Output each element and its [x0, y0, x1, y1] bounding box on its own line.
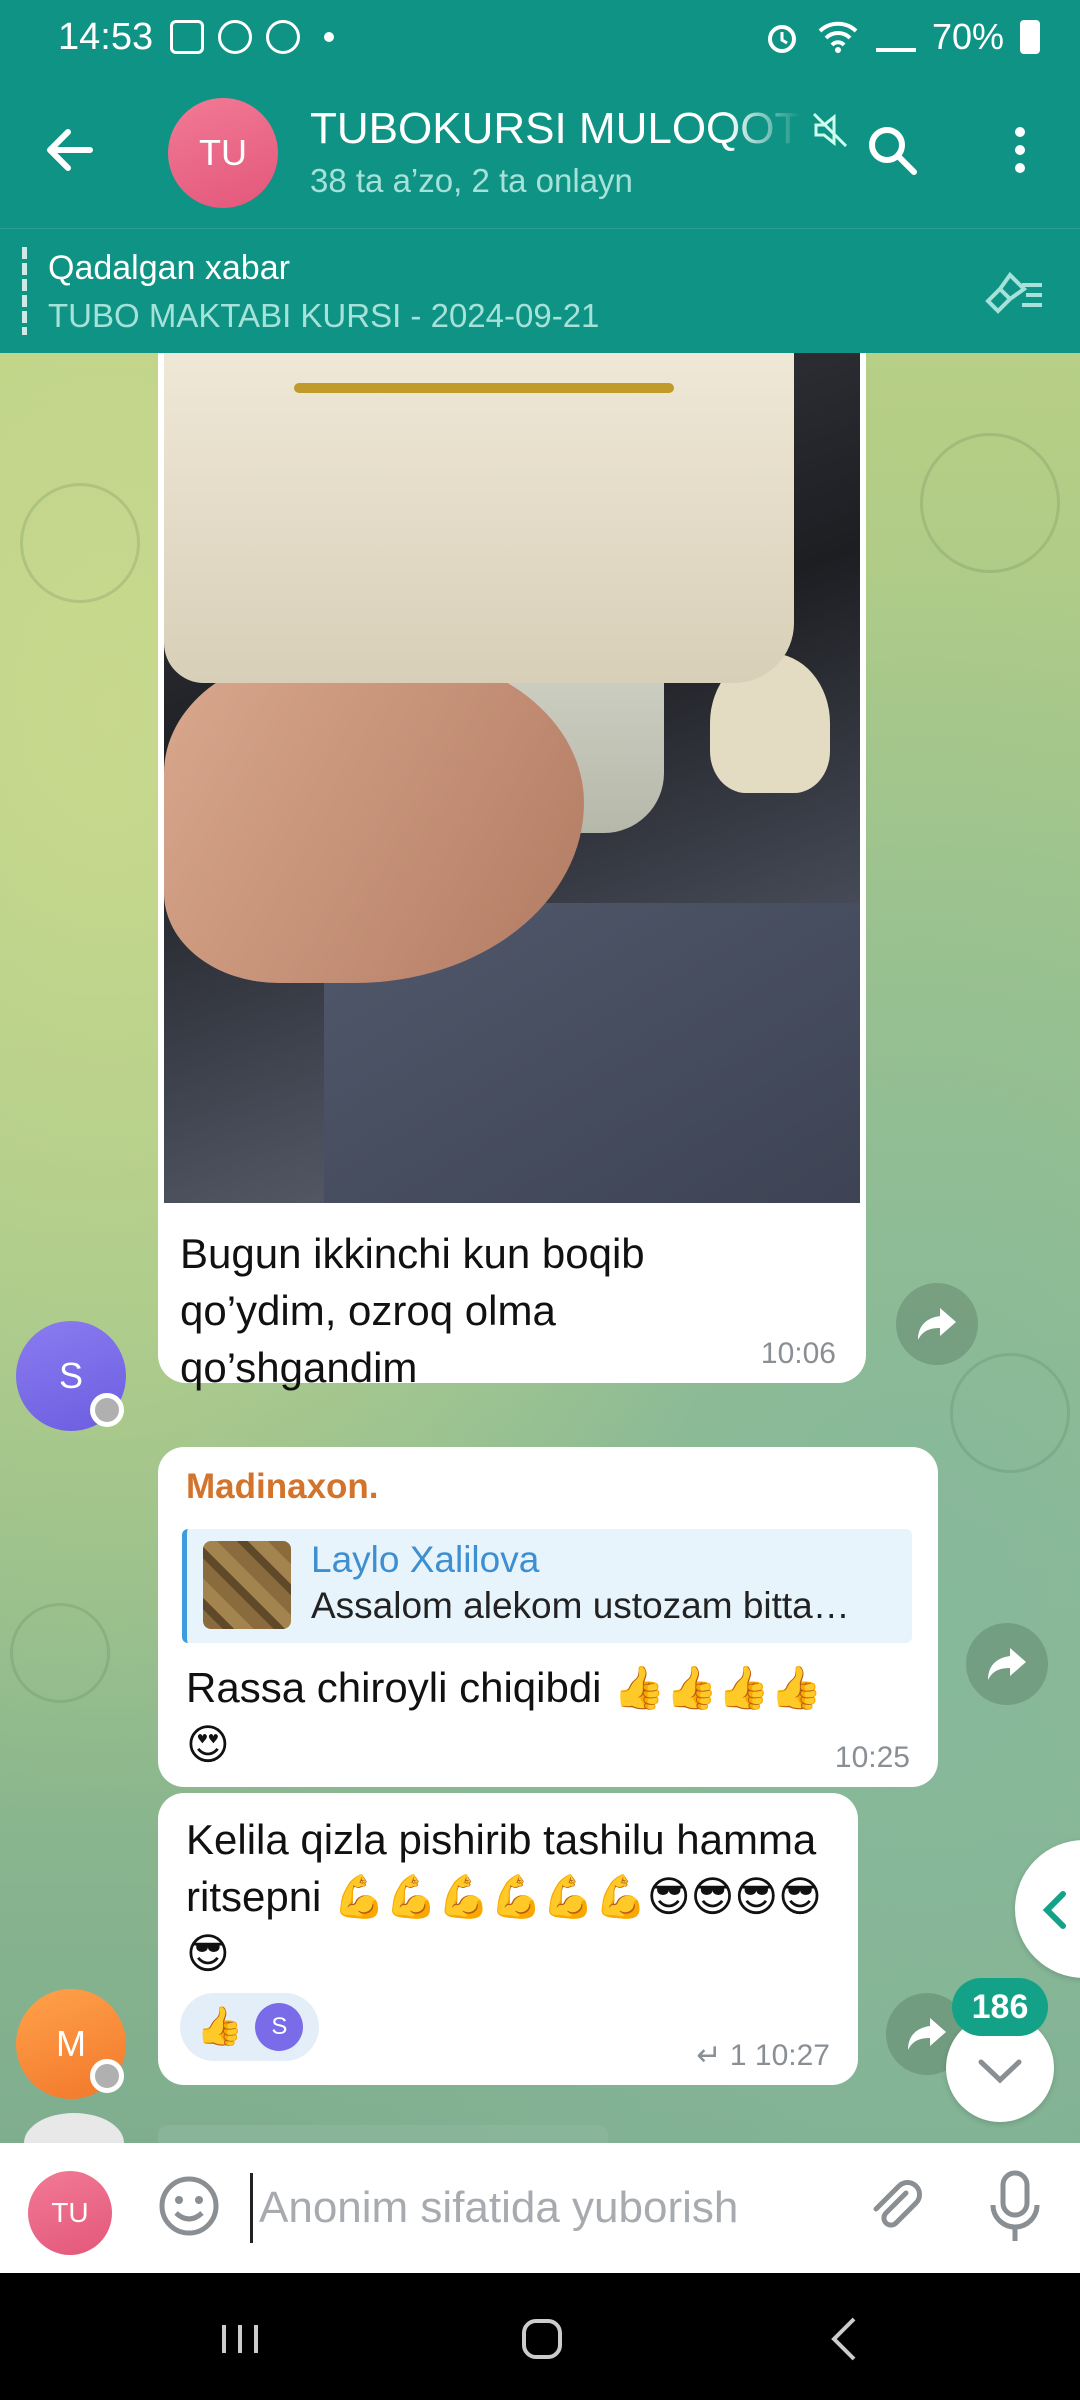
chat-avatar[interactable]: TU — [168, 98, 278, 208]
alarm-icon — [767, 25, 796, 53]
message-meta: ↵ 1 10:27 — [696, 2038, 830, 2073]
forward-button[interactable] — [896, 1283, 978, 1365]
battery-icon — [1020, 20, 1040, 54]
sync-notification-icon — [266, 20, 300, 54]
sender-name[interactable]: Madinaxon. — [186, 1467, 379, 1507]
message-text: Rassa chiroyli chiqibdi 👍👍👍👍😍 — [186, 1664, 823, 1768]
add-circle-notification-icon — [218, 20, 252, 54]
reaction-chip[interactable]: 👍 S — [180, 1993, 320, 2061]
message-time: 10:27 — [754, 2039, 830, 2072]
send-as-avatar[interactable]: TU — [28, 2171, 112, 2255]
message-bubble[interactable]: Bugun ikkinchi kun boqib qo’ydim, ozroq … — [158, 1203, 866, 1391]
pinned-message-bar[interactable]: Qadalgan xabar TUBO MAKTABI KURSI - 2024… — [0, 228, 1080, 353]
reply-arrow-icon: ↵ — [696, 2039, 722, 2072]
more-options-icon[interactable] — [1000, 120, 1040, 180]
forward-button[interactable] — [966, 1623, 1048, 1705]
reply-count: 1 — [729, 2039, 747, 2072]
forward-icon — [918, 1308, 956, 1340]
chat-title[interactable]: TUBOKURSI MULOQOT — [310, 104, 800, 154]
microphone-icon[interactable] — [985, 2169, 1045, 2245]
notification-icons — [170, 20, 334, 54]
home-icon[interactable] — [512, 2309, 572, 2369]
unread-count-badge[interactable]: 186 — [952, 1978, 1048, 2036]
recent-apps-icon[interactable] — [210, 2309, 270, 2369]
message-bubble[interactable]: Madinaxon. Laylo Xalilova Assalom alekom… — [158, 1447, 938, 1787]
message-time: 10:06 — [760, 1337, 836, 1370]
message-text: Bugun ikkinchi kun boqib qo’ydim, ozroq … — [180, 1230, 645, 1391]
message-time: 10:25 — [834, 1741, 910, 1774]
reply-author: Laylo Xalilova — [311, 1539, 540, 1580]
chat-header: TU TUBOKURSI MULOQOT 38 ta a’zo, 2 ta on… — [0, 76, 1080, 228]
sourdough-jar-photo[interactable] — [164, 353, 860, 1219]
status-bar: 14:53 70% — [0, 0, 1080, 76]
more-notifications-dot-icon — [324, 32, 334, 42]
next-message-preview — [158, 2125, 608, 2143]
pinned-list-icon[interactable] — [982, 265, 1046, 319]
gallery-notification-icon — [170, 20, 204, 54]
chat-messages[interactable]: Bugun ikkinchi kun boqib qo’ydim, ozroq … — [0, 353, 1080, 2143]
muted-icon — [812, 112, 848, 148]
back-nav-icon[interactable] — [816, 2309, 876, 2369]
forward-icon — [908, 2018, 946, 2050]
emoji-icon[interactable] — [156, 2173, 222, 2239]
background-doodle — [920, 433, 1060, 573]
chevron-down-icon — [978, 2059, 1022, 2084]
reply-snippet: Assalom alekom ustozam bitta… — [311, 1585, 850, 1626]
signal-icon — [875, 22, 916, 52]
message-input[interactable] — [250, 2173, 810, 2243]
attach-icon[interactable] — [862, 2173, 928, 2239]
search-icon[interactable] — [862, 120, 922, 180]
chat-subtitle: 38 ta a’zo, 2 ta onlayn — [310, 162, 633, 199]
background-doodle — [10, 1603, 110, 1703]
reply-thumbnail — [203, 1541, 291, 1629]
chevron-left-icon — [1042, 1891, 1066, 1929]
system-navigation-bar — [0, 2273, 1080, 2400]
background-doodle — [20, 483, 140, 603]
photo-detail — [164, 353, 794, 683]
photo-detail — [294, 383, 674, 393]
background-doodle — [950, 1353, 1070, 1473]
message-bubble[interactable]: Kelila qizla pishirib tashilu hamma rits… — [158, 1793, 858, 2085]
photo-message[interactable] — [158, 353, 866, 1223]
back-arrow-icon[interactable] — [40, 120, 100, 180]
status-time: 14:53 — [58, 16, 154, 58]
message-composer: TU — [0, 2143, 1080, 2273]
reaction-emoji: 👍 — [196, 2006, 244, 2048]
next-sender-avatar — [24, 2113, 124, 2143]
status-dot — [90, 2059, 124, 2093]
reply-preview[interactable]: Laylo Xalilova Assalom alekom ustozam bi… — [182, 1529, 912, 1643]
pinned-text: TUBO MAKTABI KURSI - 2024-09-21 — [48, 297, 600, 334]
battery-percent: 70% — [931, 16, 1004, 57]
pinned-title: Qadalgan xabar — [48, 249, 290, 287]
status-dot — [90, 1393, 124, 1427]
message-text: Kelila qizla pishirib tashilu hamma rits… — [186, 1816, 822, 1977]
system-indicators: 70% — [764, 16, 1040, 58]
forward-icon — [988, 1648, 1026, 1680]
wifi-icon — [818, 21, 858, 53]
reaction-avatar: S — [255, 2003, 304, 2051]
pinned-indicator — [22, 247, 27, 335]
